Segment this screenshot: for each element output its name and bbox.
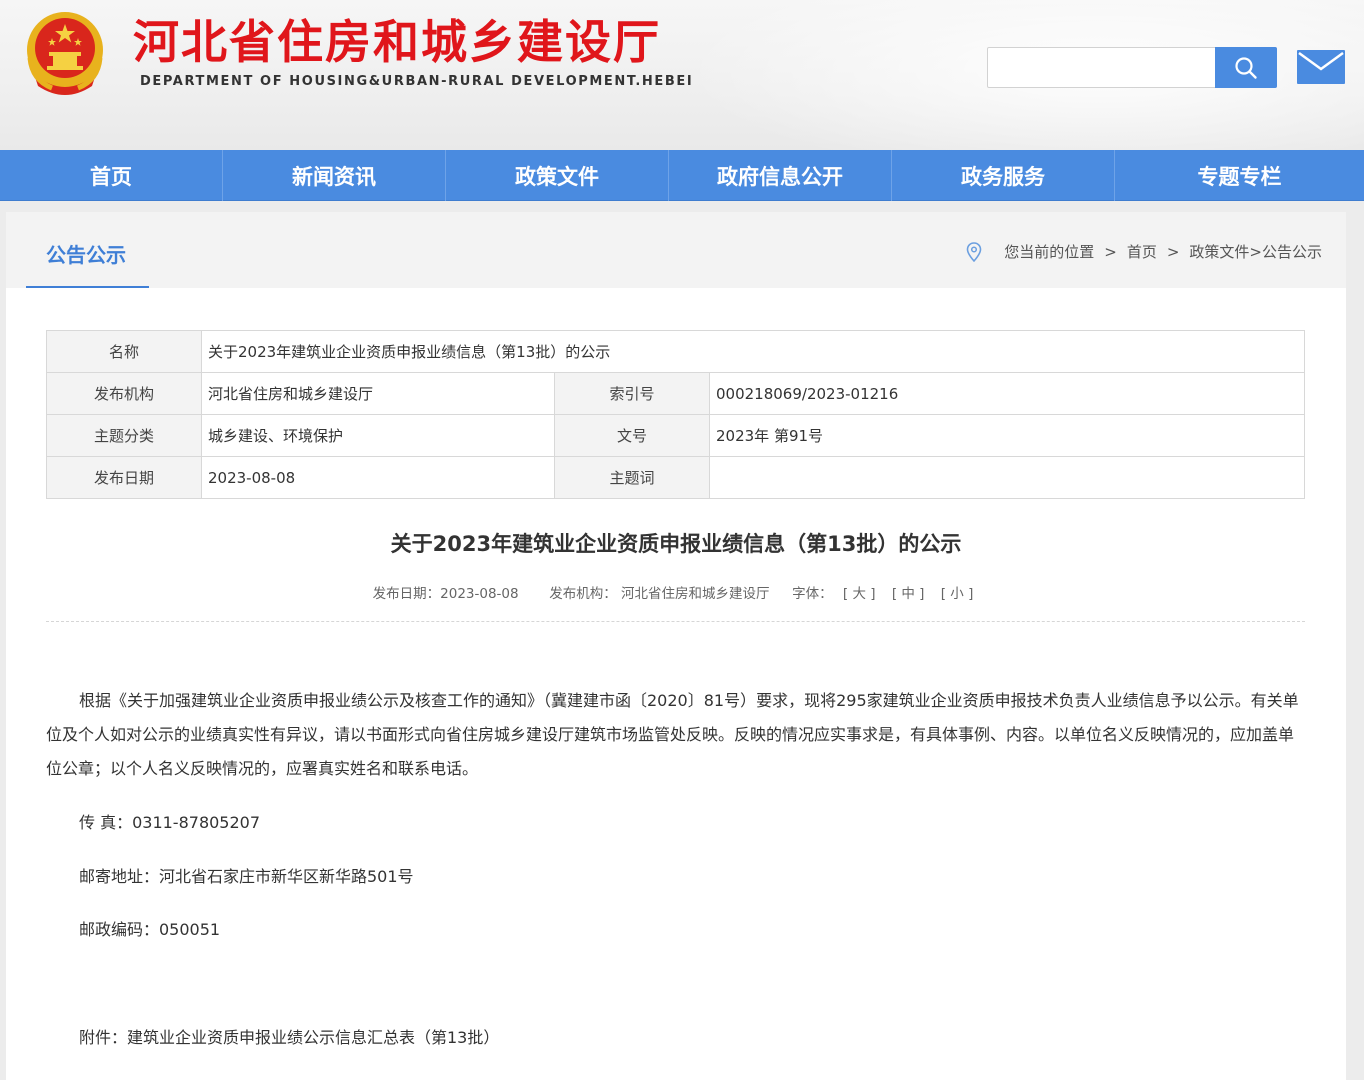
table-row: 主题分类 城乡建设、环境保护 文号 2023年 第91号: [46, 414, 1305, 457]
divider: [46, 621, 1305, 622]
nav-item-policy[interactable]: 政策文件: [446, 150, 669, 201]
breadcrumb-home-link[interactable]: 首页: [1127, 241, 1157, 262]
nav-item-news[interactable]: 新闻资讯: [223, 150, 446, 201]
national-emblem-icon: [27, 12, 103, 95]
article-meta: 发布日期：2023-08-08 发布机构： 河北省住房和城乡建设厅 字体： [ …: [6, 582, 1346, 602]
index-label: 索引号: [554, 372, 710, 415]
site-header: 河北省住房和城乡建设厅 DEPARTMENT OF HOUSING&URBAN-…: [0, 0, 1364, 150]
category-value: 城乡建设、环境保护: [201, 414, 555, 457]
date-value: 2023-08-08: [201, 456, 555, 499]
breadcrumb-separator: >: [1166, 242, 1180, 261]
fax-line: 传 真：0311-87805207: [79, 813, 261, 832]
font-size-large-button[interactable]: [ 大 ]: [843, 586, 876, 602]
date-label: 发布日期: [46, 456, 202, 499]
search-button[interactable]: [1215, 47, 1277, 88]
search-icon: [1235, 56, 1257, 79]
content-panel: 公告公示 您当前的位置 > 首页 > 政策文件>公告公示 名称 关于2023年建…: [6, 212, 1346, 1080]
nav-item-topics[interactable]: 专题专栏: [1115, 150, 1364, 201]
site-title: 河北省住房和城乡建设厅: [133, 15, 661, 69]
site-subtitle: DEPARTMENT OF HOUSING&URBAN-RURAL DEVELO…: [140, 74, 694, 89]
location-pin-icon: [966, 241, 982, 262]
meta-date: 发布日期：2023-08-08: [372, 586, 519, 602]
location-label: 您当前的位置: [1004, 243, 1095, 261]
docno-value: 2023年 第91号: [709, 414, 1305, 457]
address-line: 邮寄地址：河北省石家庄市新华区新华路501号: [79, 867, 414, 886]
section-header: 公告公示 您当前的位置 > 首页 > 政策文件>公告公示: [6, 212, 1346, 288]
nav-item-gov-info[interactable]: 政府信息公开: [669, 150, 892, 201]
search-box: [987, 47, 1277, 88]
section-title-underline: [26, 286, 149, 288]
name-value: 关于2023年建筑业企业资质申报业绩信息（第13批）的公示: [201, 330, 1305, 373]
mail-icon[interactable]: [1296, 49, 1346, 85]
meta-org: 发布机构： 河北省住房和城乡建设厅: [549, 586, 770, 602]
font-size-small-button[interactable]: [ 小 ]: [941, 586, 974, 602]
font-size-medium-button[interactable]: [ 中 ]: [892, 586, 925, 602]
attachment-link[interactable]: 附件：建筑业企业资质申报业绩公示信息汇总表（第13批）: [79, 1024, 499, 1048]
breadcrumb-separator: >: [1104, 242, 1117, 261]
search-input[interactable]: [988, 48, 1214, 87]
keyword-value: [709, 456, 1305, 499]
index-value: 000218069/2023-01216: [709, 372, 1305, 415]
category-label: 主题分类: [46, 414, 202, 457]
table-row: 发布日期 2023-08-08 主题词: [46, 456, 1305, 499]
postcode-line: 邮政编码：050051: [79, 920, 221, 939]
keyword-label: 主题词: [554, 456, 710, 499]
table-row: 发布机构 河北省住房和城乡建设厅 索引号 000218069/2023-0121…: [46, 372, 1305, 415]
breadcrumb-path-link[interactable]: 政策文件>公告公示: [1189, 241, 1322, 262]
breadcrumb: 您当前的位置 > 首页 > 政策文件>公告公示: [966, 241, 1322, 262]
nav-item-services[interactable]: 政务服务: [892, 150, 1115, 201]
section-title: 公告公示: [46, 243, 126, 267]
document-info-table: 名称 关于2023年建筑业企业资质申报业绩信息（第13批）的公示 发布机构 河北…: [46, 330, 1305, 499]
docno-label: 文号: [554, 414, 710, 457]
table-row: 名称 关于2023年建筑业企业资质申报业绩信息（第13批）的公示: [46, 330, 1305, 373]
name-label: 名称: [46, 330, 202, 373]
article-title: 关于2023年建筑业企业资质申报业绩信息（第13批）的公示: [390, 532, 962, 556]
org-label: 发布机构: [46, 372, 202, 415]
article-paragraph: 根据《关于加强建筑业企业资质申报业绩公示及核查工作的通知》（冀建建市函〔2020…: [46, 691, 1299, 778]
nav-item-home[interactable]: 首页: [0, 150, 223, 201]
org-value: 河北省住房和城乡建设厅: [201, 372, 555, 415]
main-nav: 首页 新闻资讯 政策文件 政府信息公开 政务服务 专题专栏: [0, 150, 1364, 201]
meta-font-label: 字体：: [792, 586, 833, 602]
